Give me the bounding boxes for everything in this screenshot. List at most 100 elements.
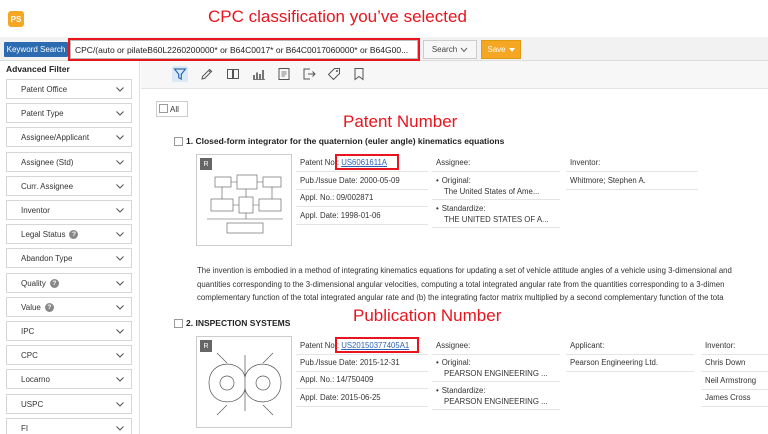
result-2-original-label: Original: bbox=[436, 358, 471, 367]
chevron-down-icon bbox=[116, 426, 124, 431]
chart-icon[interactable] bbox=[251, 66, 267, 82]
filter-label: CPC bbox=[21, 350, 38, 360]
filter-icon[interactable] bbox=[172, 66, 188, 82]
divider bbox=[701, 354, 768, 355]
result-1-badge: R bbox=[200, 158, 212, 170]
sidebar-title: Advanced Filter bbox=[6, 64, 70, 74]
result-2-badge: R bbox=[200, 340, 212, 352]
result-1-title[interactable]: 1. Closed-form integrator for the quater… bbox=[186, 136, 504, 146]
result-1-appl-date: Appl. Date: 1998-01-06 bbox=[300, 211, 381, 220]
filter-curr-assignee[interactable]: Curr. Assignee bbox=[6, 176, 132, 196]
chevron-down-icon bbox=[116, 305, 124, 310]
result-1-original-label: Original: bbox=[436, 176, 471, 185]
result-2-original-value[interactable]: PEARSON ENGINEERING ... bbox=[444, 369, 548, 378]
patent-no-label: Patent No.: bbox=[300, 158, 340, 167]
filter-inventor[interactable]: Inventor bbox=[6, 200, 132, 220]
result-1-standardize-value[interactable]: THE UNITED STATES OF A... bbox=[444, 215, 549, 224]
annotation-publication-no-highlight bbox=[335, 337, 419, 353]
result-2-inventor-0[interactable]: Chris Down bbox=[705, 358, 745, 367]
result-2-thumbnail[interactable]: R bbox=[196, 336, 292, 428]
annotation-patent-no-highlight bbox=[335, 154, 399, 170]
filter-locarno[interactable]: Locarno bbox=[6, 369, 132, 389]
pub-date-value: 2015-12-31 bbox=[359, 358, 400, 367]
save-button[interactable]: Save bbox=[481, 40, 521, 59]
select-all-checkbox[interactable] bbox=[159, 104, 168, 113]
filter-value[interactable]: Value? bbox=[6, 297, 132, 317]
filter-abandon-type[interactable]: Abandon Type bbox=[6, 248, 132, 268]
divider bbox=[701, 406, 768, 407]
divider bbox=[432, 409, 560, 410]
result-2-index: 2. bbox=[186, 318, 194, 328]
result-2-standardize-label: Standardize: bbox=[436, 386, 486, 395]
chevron-down-icon bbox=[116, 329, 124, 334]
divider bbox=[296, 171, 428, 172]
chevron-down-icon bbox=[116, 135, 124, 140]
divider bbox=[432, 199, 560, 200]
filter-legal-status[interactable]: Legal Status? bbox=[6, 224, 132, 244]
pencil-icon[interactable] bbox=[199, 66, 215, 82]
chevron-down-icon bbox=[116, 256, 124, 261]
appl-date-label: Appl. Date: bbox=[300, 393, 339, 402]
help-icon[interactable]: ? bbox=[44, 302, 54, 312]
result-1-inventor-0[interactable]: Whitmore; Stephen A. bbox=[570, 176, 646, 185]
bookmark-icon[interactable] bbox=[351, 66, 367, 82]
filter-patent-office[interactable]: Patent Office bbox=[6, 79, 132, 99]
book-icon[interactable] bbox=[225, 66, 241, 82]
tag-icon[interactable] bbox=[326, 66, 342, 82]
result-1-pub-date: Pub./Issue Date: 2000-05-09 bbox=[300, 176, 400, 185]
appl-date-value: 1998-01-06 bbox=[340, 211, 381, 220]
filter-assignee-applicant[interactable]: Assignee/Applicant bbox=[6, 127, 132, 147]
result-2-inventor-2[interactable]: James Cross bbox=[705, 393, 751, 402]
result-2-title-text[interactable]: INSPECTION SYSTEMS bbox=[195, 318, 290, 328]
filter-ipc[interactable]: IPC bbox=[6, 321, 132, 341]
divider bbox=[296, 371, 428, 372]
divider bbox=[432, 171, 560, 172]
result-2-assignee-label: Assignee: bbox=[436, 341, 471, 350]
search-button[interactable]: Search bbox=[423, 40, 477, 59]
result-2-pub-date: Pub./Issue Date: 2015-12-31 bbox=[300, 358, 400, 367]
result-1-checkbox[interactable] bbox=[174, 137, 183, 146]
result-2-checkbox[interactable] bbox=[174, 319, 183, 328]
result-1-original-value[interactable]: The United States of Ame... bbox=[444, 187, 539, 196]
appl-no-value: 14/750409 bbox=[336, 375, 374, 384]
caret-down-icon bbox=[508, 47, 515, 52]
filter-label: Value bbox=[21, 302, 41, 312]
divider bbox=[566, 189, 698, 190]
help-icon[interactable]: ? bbox=[69, 229, 79, 239]
filter-patent-type[interactable]: Patent Type bbox=[6, 103, 132, 123]
chevron-down-icon bbox=[116, 281, 124, 286]
result-2-standardize-value[interactable]: PEARSON ENGINEERING ... bbox=[444, 397, 548, 406]
result-2-title[interactable]: 2. INSPECTION SYSTEMS bbox=[186, 318, 290, 328]
filter-label: Patent Office bbox=[21, 84, 68, 94]
filter-label: IPC bbox=[21, 326, 35, 336]
chevron-down-icon bbox=[116, 111, 124, 116]
filter-uspc[interactable]: USPC bbox=[6, 394, 132, 414]
divider bbox=[296, 388, 428, 389]
result-1-abstract: The invention is embodied in a method of… bbox=[197, 264, 768, 305]
filter-quality[interactable]: Quality? bbox=[6, 273, 132, 293]
result-2-inventor-1[interactable]: Neil Armstrong bbox=[705, 376, 756, 385]
share-icon[interactable] bbox=[301, 66, 317, 82]
keyword-search-button[interactable]: Keyword Search bbox=[4, 42, 68, 57]
result-1-assignee-label: Assignee: bbox=[436, 158, 471, 167]
filter-fi[interactable]: FI bbox=[6, 418, 132, 434]
divider bbox=[566, 371, 694, 372]
export-icon[interactable] bbox=[276, 66, 292, 82]
result-2-applicant-label: Applicant: bbox=[570, 341, 605, 350]
chevron-down-icon bbox=[116, 232, 124, 237]
filter-assignee-std[interactable]: Assignee (Std) bbox=[6, 152, 132, 172]
result-1-thumbnail[interactable]: R bbox=[196, 154, 292, 246]
result-2-applicant-value[interactable]: Pearson Engineering Ltd. bbox=[570, 358, 658, 367]
filter-cpc[interactable]: CPC bbox=[6, 345, 132, 365]
pub-date-value: 2000-05-09 bbox=[359, 176, 400, 185]
appl-no-label: Appl. No.: bbox=[300, 375, 335, 384]
abstract-line: complementary function of the total inte… bbox=[197, 293, 724, 302]
filter-label: Quality bbox=[21, 278, 46, 288]
result-1-title-text[interactable]: Closed-form integrator for the quaternio… bbox=[195, 136, 504, 146]
help-icon[interactable]: ? bbox=[49, 278, 59, 288]
abstract-line: The invention is embodied in a method of… bbox=[197, 266, 732, 275]
result-1-appl-no: Appl. No.: 09/002871 bbox=[300, 193, 373, 202]
annotation-publication-number: Publication Number bbox=[353, 306, 502, 325]
app-logo: PS bbox=[8, 11, 24, 27]
abstract-line: quantities corresponding to the 3-dimens… bbox=[197, 279, 725, 289]
